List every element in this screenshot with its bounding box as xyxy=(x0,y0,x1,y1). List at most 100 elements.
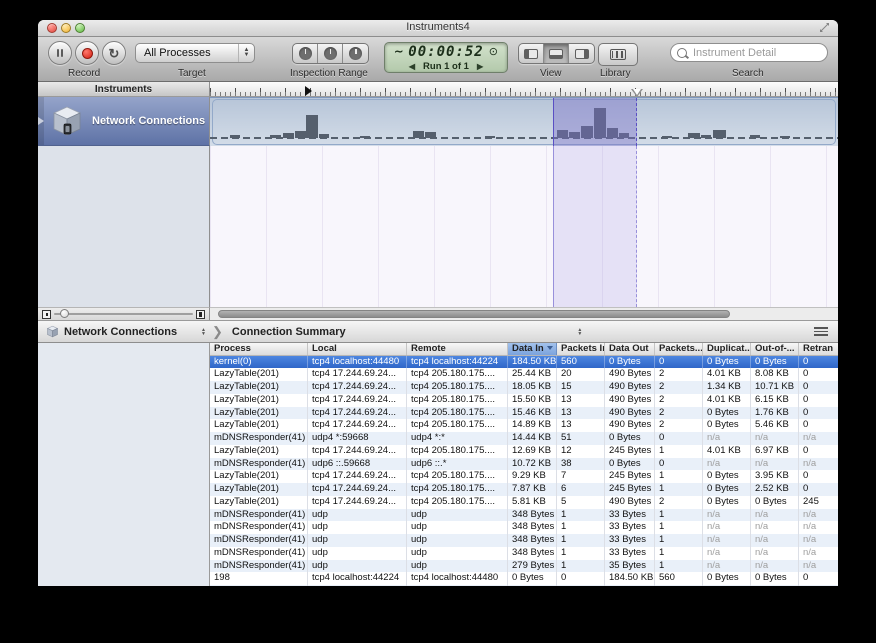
table-cell: 0 xyxy=(799,368,838,381)
zoom-slider-thumb[interactable] xyxy=(60,309,69,318)
inspection-range-end-button[interactable] xyxy=(343,44,368,63)
histogram-bar xyxy=(230,135,240,138)
table-cell: 0 xyxy=(799,572,838,585)
table-row[interactable]: mDNSResponder(41)udpudp0 Bytes00 Bytes0n… xyxy=(210,585,838,586)
column-header-local[interactable]: Local xyxy=(308,343,407,355)
zoom-slider-track[interactable] xyxy=(54,313,193,315)
table-cell: tcp4 205.180.175.... xyxy=(407,407,508,420)
summary-updown-icon[interactable]: ▲▼ xyxy=(577,328,582,336)
summary-popup-label[interactable]: Connection Summary xyxy=(232,326,346,338)
table-row[interactable]: mDNSResponder(41)udpudp348 Bytes133 Byte… xyxy=(210,521,838,534)
table-row[interactable]: LazyTable(201)tcp4 17.244.69.24...tcp4 2… xyxy=(210,394,838,407)
table-row[interactable]: mDNSResponder(41)udpudp348 Bytes133 Byte… xyxy=(210,534,838,547)
table-cell: 490 Bytes xyxy=(605,381,655,394)
table-row[interactable]: LazyTable(201)tcp4 17.244.69.24...tcp4 2… xyxy=(210,419,838,432)
table-row[interactable]: kernel(0)tcp4 localhost:44480tcp4 localh… xyxy=(210,356,838,369)
instrument-disclosure-strip[interactable] xyxy=(38,97,44,145)
track-lower-area[interactable] xyxy=(210,146,838,307)
search-input[interactable] xyxy=(691,46,821,60)
column-header-process[interactable]: Process xyxy=(210,343,308,355)
waveform-icon: ∼ xyxy=(394,45,403,58)
table-row[interactable]: LazyTable(201)tcp4 17.244.69.24...tcp4 2… xyxy=(210,483,838,496)
view-right-pane-button[interactable] xyxy=(569,44,594,63)
column-header-retran[interactable]: Retran xyxy=(799,343,838,355)
chevron-separator-icon: ❯ xyxy=(212,324,223,340)
histogram-bar xyxy=(701,135,711,138)
table-cell: udp xyxy=(407,547,508,560)
inspection-range-control xyxy=(292,43,369,64)
column-header-data-out[interactable]: Data Out xyxy=(605,343,655,355)
library-button[interactable] xyxy=(598,43,638,66)
next-run-button[interactable]: ▶ xyxy=(477,62,483,71)
track-selection-region[interactable] xyxy=(553,98,637,146)
instrument-detail-popup[interactable]: Network Connections ▲▼ xyxy=(38,321,210,342)
table-cell: 184.50 KB xyxy=(605,572,655,585)
table-cell: tcp4 205.180.175.... xyxy=(407,368,508,381)
flag-marker-icon[interactable] xyxy=(305,86,312,96)
view-left-pane-button[interactable] xyxy=(519,44,544,63)
table-row[interactable]: LazyTable(201)tcp4 17.244.69.24...tcp4 2… xyxy=(210,445,838,458)
summary-popup-section: ❯ Connection Summary ▲▼ xyxy=(210,321,838,342)
inspection-range-start-button[interactable] xyxy=(293,44,318,63)
range-clock-icon xyxy=(324,47,337,60)
instrument-row-network-connections[interactable]: Network Connectionsi xyxy=(38,97,210,146)
title-bar[interactable]: Instruments4 xyxy=(38,20,838,37)
zoom-in-icon[interactable] xyxy=(196,310,205,319)
left-pane-icon xyxy=(524,49,538,59)
previous-run-button[interactable]: ◀ xyxy=(409,62,415,71)
inspection-range-clock-button[interactable] xyxy=(318,44,343,63)
view-bottom-pane-button[interactable] xyxy=(544,44,569,63)
menu-icon[interactable] xyxy=(814,327,828,336)
table-cell: LazyTable(201) xyxy=(210,445,308,458)
zoom-out-icon[interactable] xyxy=(42,310,51,319)
table-cell: 15.50 KB xyxy=(508,394,557,407)
pause-button[interactable] xyxy=(48,41,72,65)
popup-updown-icon: ▲▼ xyxy=(201,328,206,336)
table-row[interactable]: mDNSResponder(41)udp6 ::.59668udp6 ::.*1… xyxy=(210,458,838,471)
histogram-bar xyxy=(662,136,672,138)
table-cell: udp4 *:* xyxy=(407,432,508,445)
table-row[interactable]: mDNSResponder(41)udpudp348 Bytes133 Byte… xyxy=(210,547,838,560)
table-cell: 0 Bytes xyxy=(703,470,751,483)
table-row[interactable]: LazyTable(201)tcp4 17.244.69.24...tcp4 2… xyxy=(210,470,838,483)
table-row[interactable]: LazyTable(201)tcp4 17.244.69.24...tcp4 2… xyxy=(210,496,838,509)
table-row[interactable]: mDNSResponder(41)udpudp279 Bytes135 Byte… xyxy=(210,560,838,573)
table-cell: 0 xyxy=(557,572,605,585)
target-popup[interactable]: All Processes ▲▼ xyxy=(135,43,255,63)
track-lane[interactable] xyxy=(210,97,838,146)
search-field[interactable] xyxy=(670,43,828,62)
table-cell: 0 xyxy=(799,394,838,407)
table-cell: 2 xyxy=(655,381,703,394)
timeline-ruler[interactable] xyxy=(210,82,838,97)
table-cell: 245 Bytes xyxy=(605,483,655,496)
record-button[interactable] xyxy=(75,41,99,65)
scrollbar-thumb[interactable] xyxy=(218,310,730,318)
table-row[interactable]: LazyTable(201)tcp4 17.244.69.24...tcp4 2… xyxy=(210,368,838,381)
column-header-remote[interactable]: Remote xyxy=(407,343,508,355)
table-cell: tcp4 205.180.175.... xyxy=(407,445,508,458)
playhead-icon[interactable] xyxy=(631,89,643,97)
table-row[interactable]: 198tcp4 localhost:44224tcp4 localhost:44… xyxy=(210,572,838,585)
column-header-packets-[interactable]: Packets... xyxy=(655,343,703,355)
table-row[interactable]: LazyTable(201)tcp4 17.244.69.24...tcp4 2… xyxy=(210,407,838,420)
disclosure-triangle-icon[interactable] xyxy=(38,117,44,125)
column-header-packets-in[interactable]: Packets In xyxy=(557,343,605,355)
resize-icon[interactable] xyxy=(819,22,830,33)
histogram-bar xyxy=(413,131,424,138)
timer-mode-icon[interactable]: ⊙ xyxy=(489,45,498,58)
table-cell: 7 xyxy=(557,470,605,483)
table-cell: udp xyxy=(407,560,508,573)
table-row[interactable]: mDNSResponder(41)udpudp348 Bytes133 Byte… xyxy=(210,509,838,522)
loop-button[interactable]: ↻ xyxy=(102,41,126,65)
table-row[interactable]: LazyTable(201)tcp4 17.244.69.24...tcp4 2… xyxy=(210,381,838,394)
table-cell: 0 Bytes xyxy=(605,458,655,471)
table-cell: mDNSResponder(41) xyxy=(210,521,308,534)
column-header-out-of-[interactable]: Out-of-... xyxy=(751,343,799,355)
table-row[interactable]: mDNSResponder(41)udp4 *:59668udp4 *:*14.… xyxy=(210,432,838,445)
column-header-duplicat-[interactable]: Duplicat... xyxy=(703,343,751,355)
window-title: Instruments4 xyxy=(38,21,838,33)
table-cell: 8.08 KB xyxy=(751,368,799,381)
table-cell: 0 Bytes xyxy=(508,585,557,586)
column-header-data-in[interactable]: Data In xyxy=(508,343,557,355)
horizontal-scrollbar[interactable] xyxy=(210,307,838,320)
